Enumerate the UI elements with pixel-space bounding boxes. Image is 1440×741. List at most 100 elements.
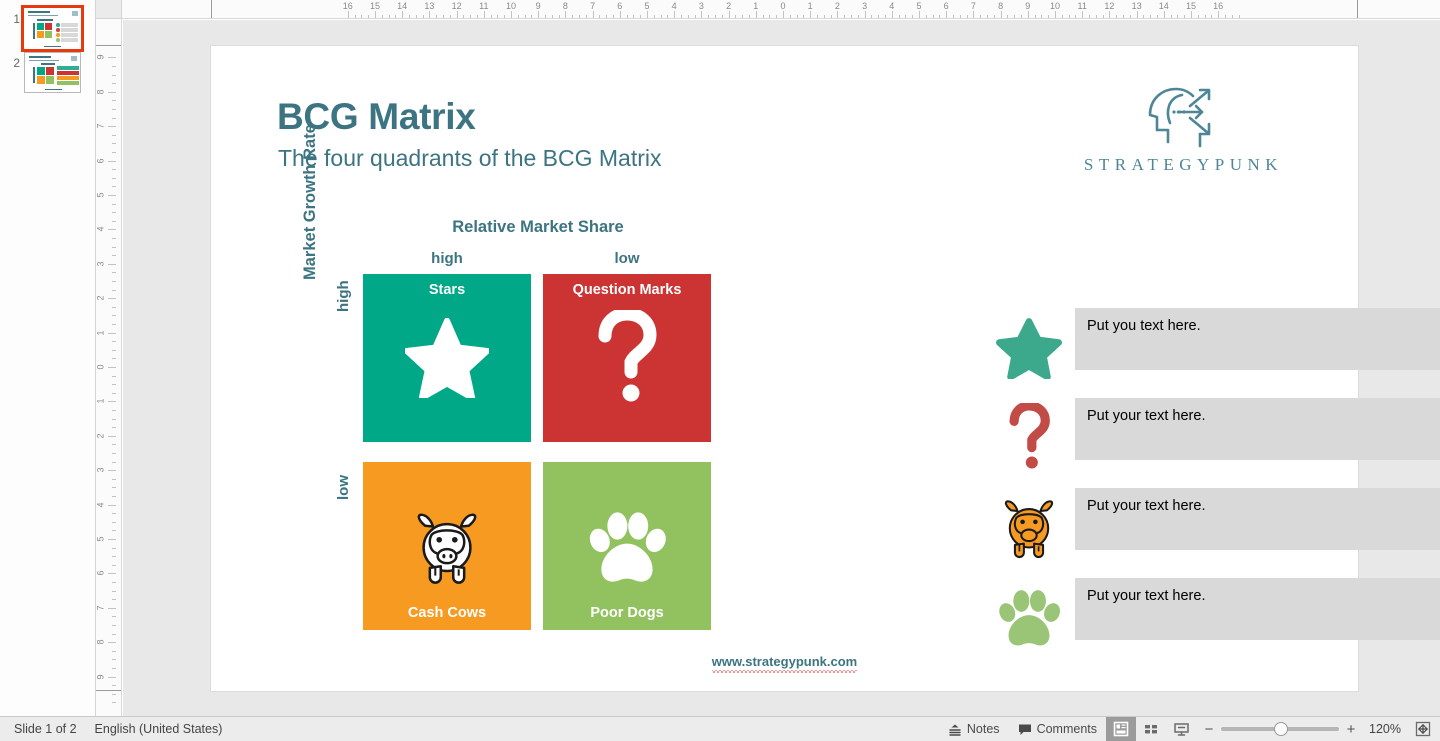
ruler-tick-minor xyxy=(633,15,635,18)
ruler-tick-minor xyxy=(112,117,116,119)
ruler-tick xyxy=(538,11,540,18)
quadrant-question-marks[interactable]: Question Marks xyxy=(543,274,711,442)
ruler-tick xyxy=(592,11,594,18)
ruler-tick-minor xyxy=(112,478,116,480)
ruler-tick xyxy=(1163,11,1165,18)
ruler-slide-edge xyxy=(1357,0,1358,18)
ruler-tick-minor xyxy=(885,15,886,18)
ruler-tick-minor xyxy=(898,15,900,18)
ruler-tick-minor xyxy=(1143,15,1145,18)
ruler-tick xyxy=(728,11,730,18)
slide-sorter-button[interactable] xyxy=(1136,717,1166,741)
ruler-label: 10 xyxy=(505,1,517,11)
list-item[interactable]: Put your text here. xyxy=(983,398,1440,476)
quadrant-stars[interactable]: Stars xyxy=(363,274,531,442)
ruler-tick xyxy=(1191,11,1192,18)
slide-thumbnail-2[interactable]: 2 xyxy=(0,52,96,93)
ruler-tick-minor xyxy=(112,66,116,67)
list-item[interactable]: Put your text here. xyxy=(983,488,1440,566)
footer-url[interactable]: www.strategypunk.com xyxy=(211,654,1358,673)
slide-thumbnail-number: 2 xyxy=(13,56,20,70)
zoom-knob[interactable] xyxy=(1274,722,1288,736)
ruler-label: 11 xyxy=(1077,1,1087,11)
quadrant-cash-cows[interactable]: Cash Cows xyxy=(363,462,531,630)
ruler-tick-minor xyxy=(572,15,574,18)
ruler-label: 16 xyxy=(342,1,353,11)
ruler-tick-minor xyxy=(112,186,116,188)
quadrant-poor-dogs[interactable]: Poor Dogs xyxy=(543,462,711,630)
ruler-tick-minor xyxy=(112,487,116,489)
slide-thumbnail-panel[interactable]: 1 2 xyxy=(0,0,96,716)
ruler-tick-minor xyxy=(112,74,116,76)
list-item[interactable]: Put you text here. xyxy=(983,308,1440,386)
slide-subtitle[interactable]: The four quadrants of the BCG Matrix xyxy=(278,145,662,172)
vertical-ruler[interactable]: 9 8 7 6 5 4 3 2 1 0 1 2 3 4 5 6 7 8 9 xyxy=(96,19,122,716)
ruler-tick-minor xyxy=(953,15,954,18)
ruler-tick-minor xyxy=(980,15,982,18)
horizontal-ruler[interactable]: 16 15 14 13 12 11 10 9 8 7 6 5 4 3 2 1 0 1 2 3 4 5 6 7 8 9 10 11 12 1… xyxy=(122,0,1440,19)
ruler-label: 11 xyxy=(479,1,489,11)
slide-counter[interactable]: Slide 1 of 2 xyxy=(14,722,77,736)
ruler-label: 7 xyxy=(96,123,106,129)
ruler-tick-minor xyxy=(1068,15,1070,18)
strategypunk-head-arrows-logo xyxy=(1148,87,1211,148)
slide-thumbnail-preview-1[interactable] xyxy=(21,5,84,52)
ruler-tick-minor xyxy=(112,625,116,626)
ruler-tick-minor xyxy=(112,444,116,446)
zoom-in-button[interactable]: + xyxy=(1346,721,1356,738)
slide-thumbnail-1[interactable]: 1 xyxy=(0,5,96,52)
slide-editing-canvas[interactable]: BCG Matrix The four quadrants of the BCG… xyxy=(123,20,1440,716)
slide-sorter-icon xyxy=(1145,725,1157,734)
ruler-tick-minor xyxy=(112,685,116,687)
comments-label: Comments xyxy=(1036,722,1097,736)
ruler-label: 2 xyxy=(96,295,106,301)
notes-button[interactable]: Notes xyxy=(939,717,1009,741)
ruler-tick-minor xyxy=(368,15,370,18)
ruler-label: 15 xyxy=(369,1,381,11)
ruler-tick-minor xyxy=(463,15,465,18)
ruler-tick-minor xyxy=(112,143,116,145)
logo-block[interactable]: STRATEGYPUNK xyxy=(1071,84,1291,175)
mini-quadrant-stars xyxy=(37,23,44,30)
comments-button[interactable]: Comments xyxy=(1009,717,1106,741)
text-placeholder[interactable]: Put your text here. xyxy=(1075,398,1440,460)
ruler-tick-minor xyxy=(517,15,519,18)
text-placeholder[interactable]: Put you text here. xyxy=(1075,308,1440,370)
ruler-tick-minor xyxy=(817,15,818,18)
ruler-tick-minor xyxy=(1075,15,1077,18)
zoom-slider[interactable]: − + xyxy=(1196,721,1364,738)
mini-item-bar xyxy=(61,23,78,27)
ruler-tick-minor xyxy=(112,702,116,704)
ruler-tick xyxy=(108,91,116,93)
presentation-view-button[interactable] xyxy=(1166,717,1196,741)
ruler-label: 9 xyxy=(96,54,106,60)
mini-footer xyxy=(45,88,62,90)
ruler-tick-minor xyxy=(1170,15,1172,18)
ruler-tick-minor xyxy=(1048,15,1050,18)
fit-slide-button[interactable] xyxy=(1406,717,1440,741)
ruler-tick-minor xyxy=(1157,15,1158,18)
ruler-tick xyxy=(919,11,920,18)
slide-surface[interactable]: BCG Matrix The four quadrants of the BCG… xyxy=(211,46,1440,691)
ruler-tick-minor xyxy=(606,15,608,18)
ruler-tick-minor xyxy=(626,15,628,18)
text-placeholder[interactable]: Put your text here. xyxy=(1075,578,1440,640)
ruler-tick-minor xyxy=(1116,15,1118,18)
ruler-tick-minor xyxy=(112,238,116,239)
ruler-tick-minor xyxy=(112,134,116,136)
footer-url-text: www.strategypunk.com xyxy=(711,654,858,673)
ruler-tick-minor xyxy=(551,15,553,18)
ruler-tick-minor xyxy=(112,315,116,317)
language-indicator[interactable]: English (United States) xyxy=(95,722,223,736)
ruler-label: 16 xyxy=(1213,1,1224,11)
zoom-track[interactable] xyxy=(1221,722,1339,736)
normal-view-button[interactable] xyxy=(1106,716,1136,741)
ruler-tick-minor xyxy=(112,375,116,377)
slide-thumbnail-preview-2[interactable] xyxy=(24,52,81,93)
text-placeholder[interactable]: Put your text here. xyxy=(1075,488,1440,550)
zoom-out-button[interactable]: − xyxy=(1204,721,1214,738)
mini-heading xyxy=(41,63,55,65)
zoom-percentage[interactable]: 120% xyxy=(1364,722,1406,736)
ruler-tick-minor xyxy=(112,246,116,248)
list-item[interactable]: Put your text here. xyxy=(983,578,1440,656)
